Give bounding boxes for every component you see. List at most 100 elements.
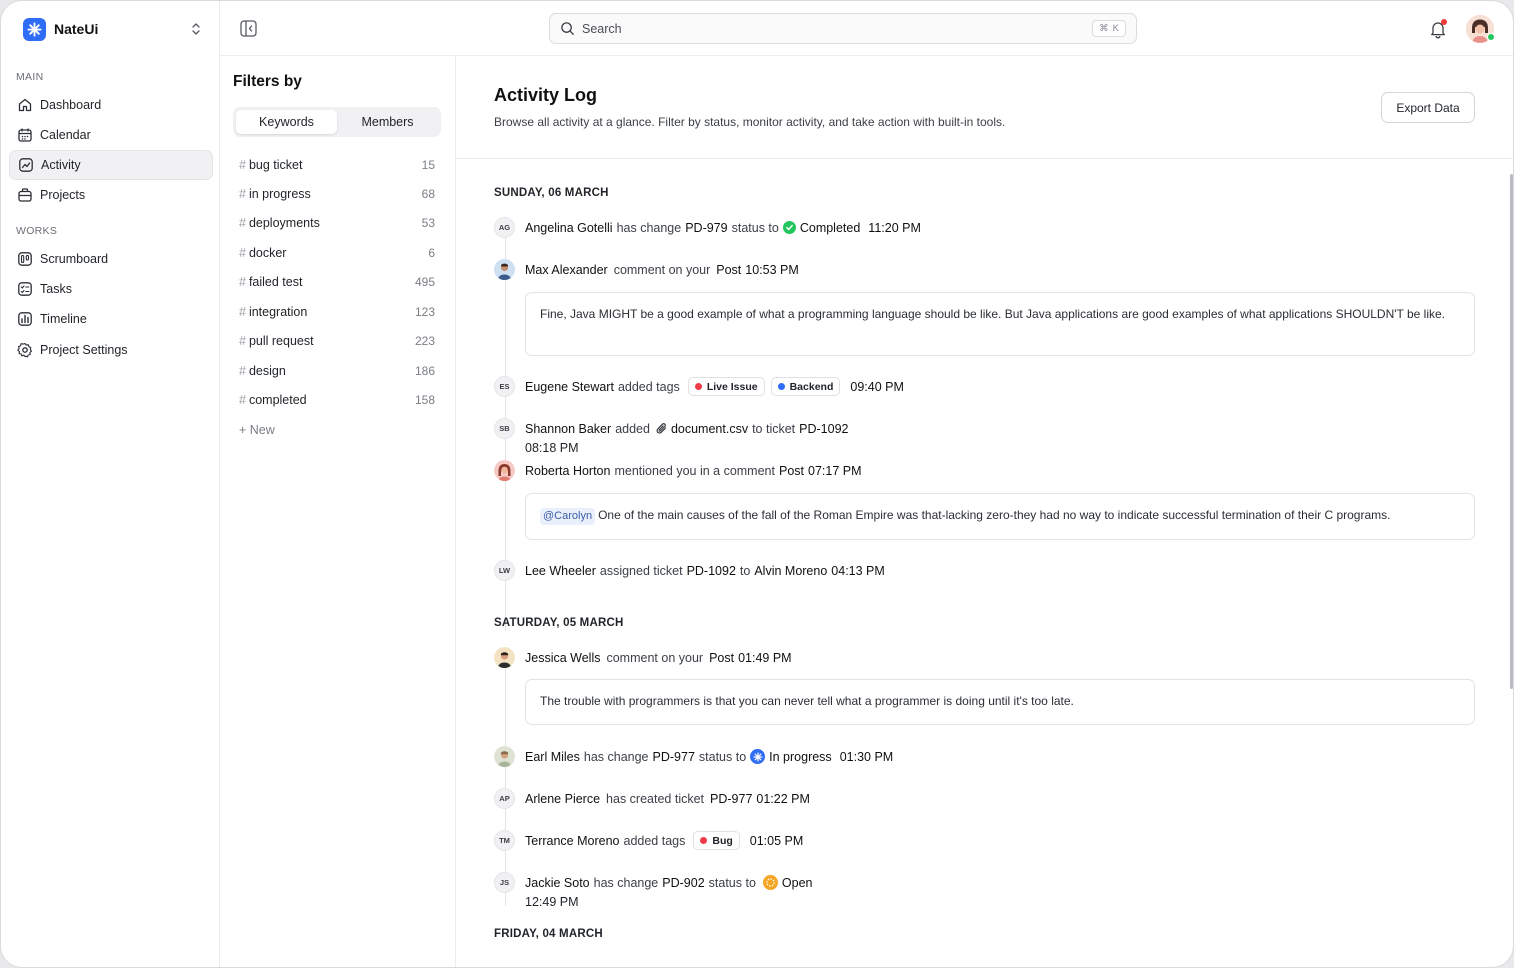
day-heading: SATURDAY, 05 MARCH — [494, 617, 624, 629]
tasks-icon — [18, 282, 32, 296]
avatar: SB — [494, 418, 515, 439]
action-text: status to — [708, 875, 756, 890]
gear-icon — [17, 342, 33, 358]
tag-pill[interactable]: Bug — [693, 831, 740, 850]
tag-filter-item[interactable]: # completed 158 — [239, 390, 435, 410]
tag-filter-item[interactable]: # design 186 — [239, 361, 435, 381]
tag-filter-item[interactable]: # in progress 68 — [239, 184, 435, 204]
page-subtitle: Browse all activity at a glance. Filter … — [494, 115, 1006, 129]
ticket-link[interactable]: PD-977 — [710, 792, 752, 806]
tag-count: 53 — [421, 216, 435, 230]
tag-count: 223 — [414, 334, 435, 348]
actor-name[interactable]: Max Alexander — [525, 263, 608, 277]
export-data-button[interactable]: Export Data — [1381, 92, 1475, 123]
in-progress-icon — [750, 749, 766, 764]
scrollbar[interactable] — [1510, 174, 1513, 689]
nav-item-activity[interactable]: Activity — [9, 150, 213, 180]
tab-keywords[interactable]: Keywords — [236, 110, 337, 134]
hash-icon: # — [239, 158, 246, 172]
tag-count: 186 — [414, 364, 435, 378]
ticket-link[interactable]: PD-1092 — [687, 564, 736, 578]
ticket-link[interactable]: PD-979 — [685, 221, 727, 235]
day-heading: SUNDAY, 06 MARCH — [494, 187, 609, 199]
tab-members[interactable]: Members — [337, 110, 438, 134]
home-icon — [18, 98, 32, 112]
avatar — [494, 460, 515, 481]
tag-filter-item[interactable]: # docker 6 — [239, 243, 435, 263]
online-status-dot — [1487, 33, 1495, 41]
nav-label: Tasks — [40, 282, 72, 296]
nav-label: Projects — [40, 188, 86, 202]
timestamp: 09:40 PM — [850, 379, 904, 394]
notifications-button[interactable] — [1429, 19, 1447, 39]
avatar: AP — [494, 788, 515, 809]
post-link[interactable]: Post — [709, 651, 734, 665]
tag-filter-item[interactable]: # deployments 53 — [239, 213, 435, 233]
actor-name[interactable]: Jessica Wells — [525, 651, 600, 665]
tag-count: 6 — [428, 246, 435, 260]
sidebar: NateUi MAIN Dashboard Calendar Activity … — [1, 1, 220, 967]
new-tag-button[interactable]: + New — [239, 423, 275, 437]
activity-item: SB Shannon Baker added document.csv to t… — [494, 418, 853, 439]
tag-filter-item[interactable]: # bug ticket 15 — [239, 155, 435, 175]
nav-item-projects[interactable]: Projects — [9, 180, 213, 210]
avatar: LW — [494, 560, 515, 581]
ticket-link[interactable]: PD-1092 — [799, 422, 848, 436]
chevron-up-down-icon — [192, 23, 200, 35]
nav-item-tasks[interactable]: Tasks — [9, 274, 213, 304]
actor-name[interactable]: Arlene Pierce — [525, 792, 600, 806]
tag-pill[interactable]: Backend — [770, 377, 841, 396]
actor-name[interactable]: Roberta Horton — [525, 464, 610, 478]
open-status-icon — [762, 875, 778, 890]
main-section-label: MAIN — [16, 71, 44, 83]
actor-name[interactable]: Terrance Moreno — [525, 834, 620, 848]
timestamp: 11:20 PM — [868, 220, 921, 235]
tag-filter-item[interactable]: # failed test 495 — [239, 272, 435, 292]
ticket-link[interactable]: PD-977 — [653, 750, 695, 764]
nateui-logo-icon — [23, 17, 46, 41]
action-text: assigned ticket — [599, 563, 683, 578]
mention-chip[interactable]: @Carolyn — [540, 508, 596, 525]
file-link[interactable]: document.csv — [671, 422, 748, 436]
nav-item-dashboard[interactable]: Dashboard — [9, 90, 213, 120]
tag-filter-item[interactable]: # integration 123 — [239, 302, 435, 322]
action-text: comment on your — [606, 650, 704, 665]
tag-name: pull request — [248, 334, 314, 348]
hash-icon: # — [239, 275, 246, 289]
activity-item: LW Lee Wheeler assigned ticket PD-1092 t… — [494, 560, 889, 581]
avatar: TM — [494, 830, 515, 851]
header-divider — [456, 158, 1513, 159]
timestamp: 08:18 PM — [525, 441, 579, 455]
actor-name[interactable]: Eugene Stewart — [525, 380, 614, 394]
assignee-link[interactable]: Alvin Moreno — [754, 564, 827, 578]
notification-dot — [1441, 19, 1447, 25]
actor-name[interactable]: Earl Miles — [525, 750, 580, 764]
ticket-link[interactable]: PD-902 — [662, 876, 704, 890]
tag-name: deployments — [248, 216, 320, 230]
avatar: AG — [494, 217, 515, 238]
actor-name[interactable]: Shannon Baker — [525, 422, 611, 436]
tag-pill[interactable]: Live Issue — [687, 377, 765, 396]
action-text: status to — [731, 220, 779, 235]
chart-icon — [18, 312, 32, 326]
activity-item: Max Alexander comment on your Post 10:53… — [494, 259, 803, 280]
timestamp: 01:22 PM — [756, 791, 810, 806]
search-input[interactable]: Search ⌘ K — [549, 13, 1137, 44]
workspace-switcher[interactable]: NateUi — [23, 17, 203, 41]
actor-name[interactable]: Angelina Gotelli — [525, 221, 613, 235]
actor-name[interactable]: Lee Wheeler — [525, 564, 596, 578]
tag-filter-item[interactable]: # pull request 223 — [239, 331, 435, 351]
nav-label: Activity — [41, 158, 81, 172]
nav-item-timeline[interactable]: Timeline — [9, 304, 213, 334]
activity-item: Roberta Horton mentioned you in a commen… — [494, 460, 866, 481]
nav-item-scrumboard[interactable]: Scrumboard — [9, 244, 213, 274]
actor-name[interactable]: Jackie Soto — [525, 876, 590, 890]
avatar — [494, 647, 515, 668]
nav-item-project-settings[interactable]: Project Settings — [9, 335, 213, 365]
post-link[interactable]: Post — [716, 263, 741, 277]
nav-item-calendar[interactable]: Calendar — [9, 120, 213, 150]
post-link[interactable]: Post — [779, 464, 804, 478]
hash-icon: # — [239, 246, 246, 260]
sidebar-toggle-icon[interactable] — [240, 20, 257, 37]
tag-count: 158 — [414, 393, 435, 407]
